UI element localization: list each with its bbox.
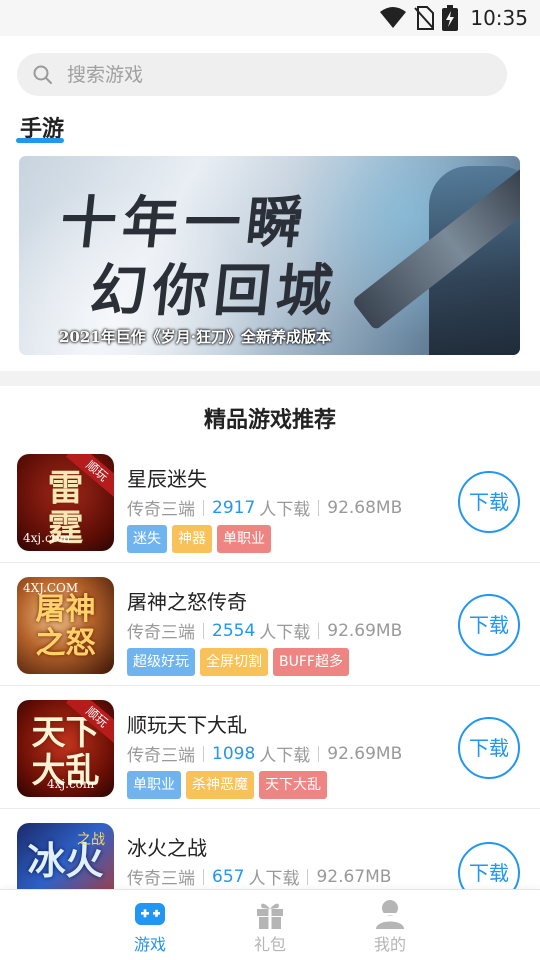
game-tag: 单职业 [127,771,181,799]
search-input[interactable] [67,63,467,86]
game-tags: 单职业 杀神恶魔 天下大乱 [127,771,327,799]
game-download-suffix: 人下载 [259,500,311,520]
bottom-nav: 游戏 礼包 我的 [0,889,540,960]
game-icon-site: 4XJ.COM [23,581,79,595]
user-icon [376,900,404,929]
banner-slogan: 2021年巨作《岁月·狂刀》全新养成版本 [59,328,331,346]
game-icon-site: 4xj.com [47,777,95,791]
game-name: 星辰迷失 [127,467,207,491]
game-tag: 单职业 [217,525,271,553]
download-button[interactable]: 下载 [458,471,520,533]
meta-separator [203,868,204,885]
game-tags: 超级好玩 全屏切割 BUFF超多 [127,648,349,676]
game-icon[interactable]: 屠神之怒 4XJ.COM [17,577,114,674]
game-size: 92.68MB [327,497,403,518]
wifi-icon [380,7,407,28]
nav-label: 游戏 [133,935,166,954]
game-name: 顺玩天下大乱 [127,713,247,737]
gamepad-icon [135,903,165,925]
game-category: 传奇三端 [127,623,195,643]
game-tag: 神器 [172,525,212,553]
search-bar[interactable] [17,53,507,96]
game-category: 传奇三端 [127,500,195,520]
game-meta: 传奇三端 657 人下载 92.67MB [127,864,392,890]
nav-item-games[interactable]: 游戏 [100,890,200,960]
nav-item-profile[interactable]: 我的 [340,890,440,960]
game-category: 传奇三端 [127,746,195,766]
section-divider [0,371,540,386]
meta-separator [318,745,320,762]
game-tag: 超级好玩 [127,648,195,676]
meta-separator [203,745,204,762]
nav-label: 我的 [373,935,406,954]
game-category: 传奇三端 [127,869,195,889]
game-icon[interactable]: 天下大乱 顺玩 4xj.com [17,700,114,797]
game-download-suffix: 人下载 [259,623,311,643]
game-row[interactable]: 雷霆 顺玩 4xj.com 星辰迷失 传奇三端 2917 人下载 92.68MB… [0,440,540,563]
search-icon [33,65,52,84]
status-time: 10:35 [470,6,528,30]
game-size: 92.69MB [327,620,403,641]
game-download-suffix: 人下载 [248,869,300,889]
game-name: 屠神之怒传奇 [127,590,247,614]
banner-headline-2: 幻你回城 [87,258,342,324]
game-tag: 天下大乱 [259,771,327,799]
status-icons: 10:35 [380,4,528,32]
game-row[interactable]: 屠神之怒 4XJ.COM 屠神之怒传奇 传奇三端 2554 人下载 92.69M… [0,563,540,686]
meta-separator [318,499,320,516]
section-title-underline [16,138,64,143]
game-icon-ribbon: 之战 [77,832,105,848]
meta-separator [318,622,320,639]
game-download-suffix: 人下载 [259,746,311,766]
promo-banner[interactable]: 十年一瞬 幻你回城 2021年巨作《岁月·狂刀》全新养成版本 [19,156,520,355]
meta-separator [203,499,204,516]
game-tag: 全屏切割 [200,648,268,676]
status-bar: 10:35 [0,0,540,36]
game-download-count: 2554 [212,620,256,641]
game-name: 冰火之战 [127,836,207,860]
download-button[interactable]: 下载 [458,717,520,779]
game-icon[interactable]: 雷霆 顺玩 4xj.com [17,454,114,551]
gift-icon [257,903,283,929]
game-meta: 传奇三端 1098 人下载 92.69MB [127,741,403,767]
game-tag: 杀神恶魔 [186,771,254,799]
battery-charging-icon [442,5,459,31]
meta-separator [203,622,204,639]
meta-separator [307,868,309,885]
game-download-count: 1098 [212,743,256,764]
game-size: 92.69MB [327,743,403,764]
game-tag: BUFF超多 [273,648,349,676]
download-button[interactable]: 下载 [458,594,520,656]
recommend-title: 精品游戏推荐 [203,408,336,433]
game-tags: 迷失 神器 单职业 [127,525,271,553]
game-meta: 传奇三端 2917 人下载 92.68MB [127,495,403,521]
game-download-count: 657 [212,866,245,887]
nav-item-gifts[interactable]: 礼包 [220,890,320,960]
no-sim-icon [414,6,435,30]
game-icon-text: 屠神之怒 [35,592,96,661]
game-size: 92.67MB [316,866,392,887]
game-row[interactable]: 天下大乱 顺玩 4xj.com 顺玩天下大乱 传奇三端 1098 人下载 92.… [0,686,540,809]
game-icon-site: 4xj.com [23,531,71,545]
nav-label: 礼包 [253,935,286,954]
game-download-count: 2917 [212,497,256,518]
game-meta: 传奇三端 2554 人下载 92.69MB [127,618,403,644]
game-tag: 迷失 [127,525,167,553]
